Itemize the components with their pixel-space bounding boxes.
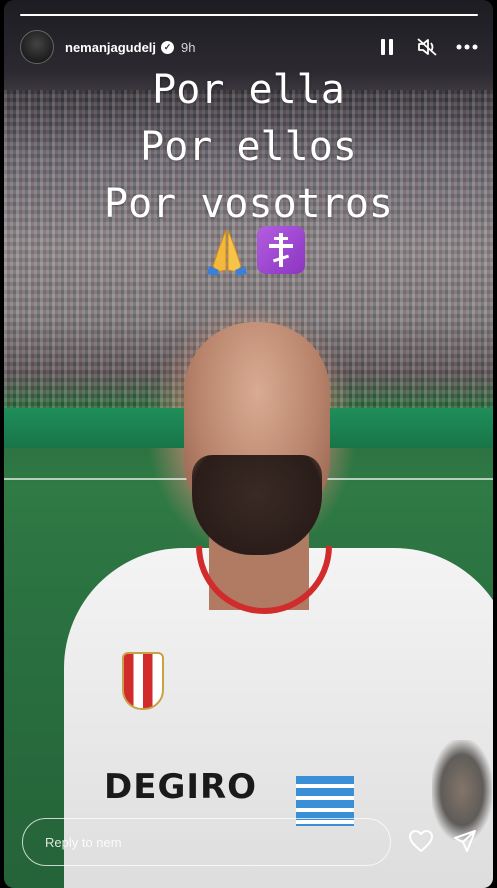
folded-hands-emoji — [205, 226, 249, 276]
username[interactable]: nemanjagudelj — [65, 40, 156, 55]
post-time: 9h — [181, 39, 196, 55]
caption-emojis — [205, 226, 305, 276]
story-header: nemanjagudelj ✓ 9h — [20, 28, 478, 66]
club-crest — [122, 652, 164, 710]
reply-input[interactable] — [45, 834, 390, 850]
story-progress-bar — [20, 14, 478, 16]
muted-speaker-icon[interactable] — [416, 36, 438, 58]
avatar[interactable] — [20, 30, 54, 64]
story-progress-fill — [20, 14, 478, 16]
reply-field[interactable] — [22, 818, 391, 866]
pause-icon[interactable] — [376, 36, 398, 58]
story-controls — [376, 36, 478, 58]
send-icon[interactable] — [450, 826, 480, 856]
arm-tattoo — [432, 740, 492, 840]
jersey-sponsor-text: DEGIRO — [104, 767, 258, 807]
caption-line: Por ellos — [140, 124, 357, 170]
heart-icon[interactable] — [406, 826, 436, 856]
orthodox-cross-emoji — [257, 226, 305, 274]
verified-badge-icon: ✓ — [161, 40, 175, 54]
caption-line: Por ella — [152, 67, 345, 113]
more-options-icon[interactable] — [456, 36, 478, 58]
story-caption: Por ella Por ellos Por vosotros — [0, 62, 497, 233]
caption-line: Por vosotros — [104, 181, 393, 227]
